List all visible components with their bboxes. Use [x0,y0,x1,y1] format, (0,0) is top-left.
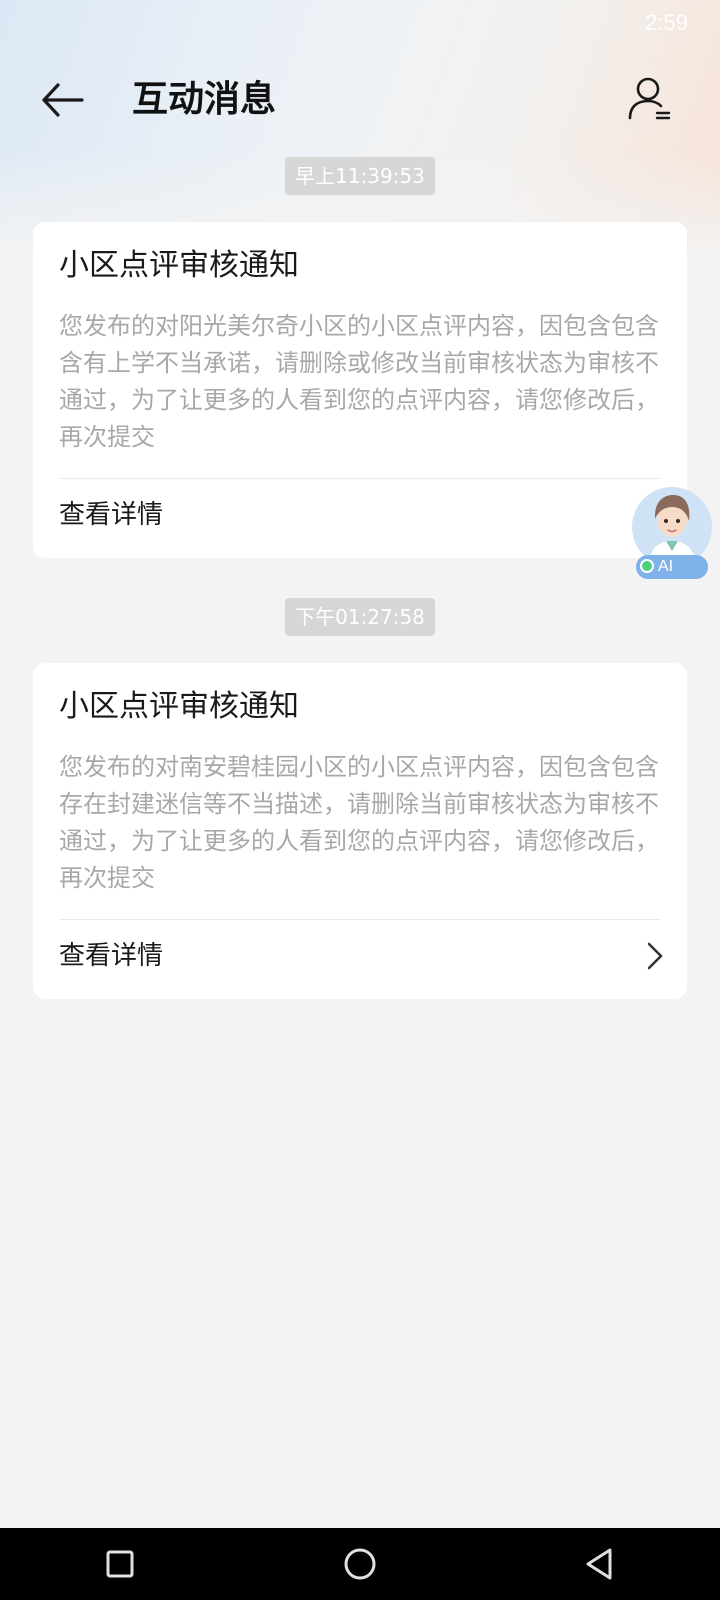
notification-card: 小区点评审核通知 您发布的对阳光美尔奇小区的小区点评内容，因包含包含含有上学不当… [33,222,687,558]
message-timestamp: 早上11:39:53 [0,157,720,195]
chevron-right-icon [647,942,663,970]
notification-body: 您发布的对南安碧桂园小区的小区点评内容，因包含包含存在封建迷信等不当描述，请删除… [59,753,659,892]
user-list-icon [628,77,671,120]
ai-assistant-button[interactable]: AI [628,485,716,581]
app-bar: 互动消息 [0,64,720,136]
nav-back-button[interactable] [576,1540,624,1588]
view-details-label: 查看详情 [59,500,164,530]
triangle-back-icon [586,1548,612,1580]
online-dot-icon [640,559,654,573]
notification-title: 小区点评审核通知 [59,248,299,283]
view-details-label: 查看详情 [59,941,164,971]
notification-card: 小区点评审核通知 您发布的对南安碧桂园小区的小区点评内容，因包含包含存在封建迷信… [33,663,687,999]
square-icon [106,1550,134,1578]
message-timestamp: 下午01:27:58 [0,598,720,636]
circle-icon [344,1548,376,1580]
notification-body: 您发布的对阳光美尔奇小区的小区点评内容，因包含包含含有上学不当承诺，请删除或修改… [59,312,659,451]
recents-button[interactable] [96,1540,144,1588]
profile-button[interactable] [624,72,678,126]
view-details-button[interactable]: 查看详情 [33,920,687,996]
view-details-button[interactable]: 查看详情 [33,479,687,555]
timestamp-chip: 早上11:39:53 [285,157,435,195]
status-time: 2:59 [645,10,688,35]
page-title: 互动消息 [132,79,277,120]
arrow-left-icon [42,83,84,117]
notification-title: 小区点评审核通知 [59,689,299,724]
timestamp-chip: 下午01:27:58 [285,598,435,636]
ai-badge-label: AI [658,558,674,575]
system-nav-bar [0,1528,720,1600]
back-button[interactable] [36,74,88,126]
ai-badge: AI [636,555,708,579]
status-bar: 2:59 [0,0,720,48]
home-button[interactable] [336,1540,384,1588]
